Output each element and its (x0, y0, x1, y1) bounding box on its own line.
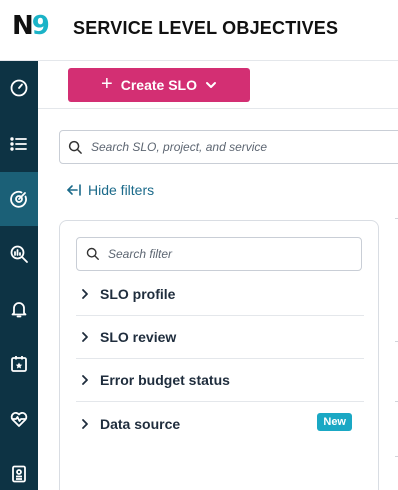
create-slo-button[interactable]: + Create SLO (68, 68, 250, 102)
sidebar-item-query[interactable] (0, 227, 38, 281)
main-content: + Create SLO Hide filters SLO profile (38, 61, 398, 490)
calendar-star-icon (11, 356, 27, 372)
chevron-right-icon (82, 418, 88, 429)
filter-item-slo-profile[interactable]: SLO profile (76, 273, 364, 316)
chart-search-icon (10, 245, 28, 263)
filter-item-label: SLO profile (100, 286, 176, 302)
toolbar-divider (38, 108, 398, 109)
sidebar-item-list[interactable] (0, 117, 38, 171)
chevron-right-icon (82, 289, 88, 299)
filter-panel: SLO profile SLO review Error budget stat… (59, 220, 379, 490)
report-icon (12, 465, 26, 483)
bell-icon (11, 302, 27, 318)
sidebar-item-reviews[interactable] (0, 337, 38, 391)
create-slo-label: Create SLO (120, 77, 197, 93)
filter-item-error-budget-status[interactable]: Error budget status (76, 359, 364, 402)
sidebar-item-reports[interactable] (0, 447, 38, 490)
slo-search-input[interactable] (91, 140, 381, 154)
sidebar (0, 61, 38, 490)
app-header: N 9 SERVICE LEVEL OBJECTIVES (0, 0, 398, 61)
filter-item-slo-review[interactable]: SLO review (76, 316, 364, 359)
search-icon (68, 140, 82, 154)
sidebar-item-slo[interactable] (0, 172, 38, 226)
logo-letter: N (12, 11, 34, 41)
hide-filters-label: Hide filters (88, 182, 155, 198)
slo-search-box[interactable] (59, 130, 398, 164)
filter-item-label: Data source (100, 415, 181, 432)
hide-filters-link[interactable]: Hide filters (66, 182, 154, 198)
chevron-right-icon (82, 332, 88, 342)
target-icon (10, 190, 27, 208)
search-icon (86, 247, 99, 260)
chevron-down-icon (205, 79, 217, 91)
plus-icon: + (101, 73, 113, 95)
filter-item-label: SLO review (100, 329, 177, 345)
list-icon (10, 137, 27, 151)
nobl9-logo[interactable]: N 9 (12, 12, 58, 40)
logo-digit: 9 (31, 11, 50, 41)
page-title: SERVICE LEVEL OBJECTIVES (73, 18, 339, 38)
sidebar-item-dashboard[interactable] (0, 61, 38, 115)
heart-pulse-icon (10, 412, 28, 427)
chevron-right-icon (82, 375, 88, 385)
sidebar-item-alerts[interactable] (0, 282, 38, 336)
filter-item-data-source[interactable]: Data source New (76, 402, 364, 445)
collapse-left-icon (67, 184, 81, 196)
gauge-icon (10, 79, 28, 97)
filter-search-input[interactable] (108, 247, 348, 261)
filter-search-box[interactable] (76, 237, 362, 271)
sidebar-item-health[interactable] (0, 392, 38, 446)
filter-item-label: Error budget status (100, 372, 230, 388)
new-badge: New (317, 413, 352, 431)
